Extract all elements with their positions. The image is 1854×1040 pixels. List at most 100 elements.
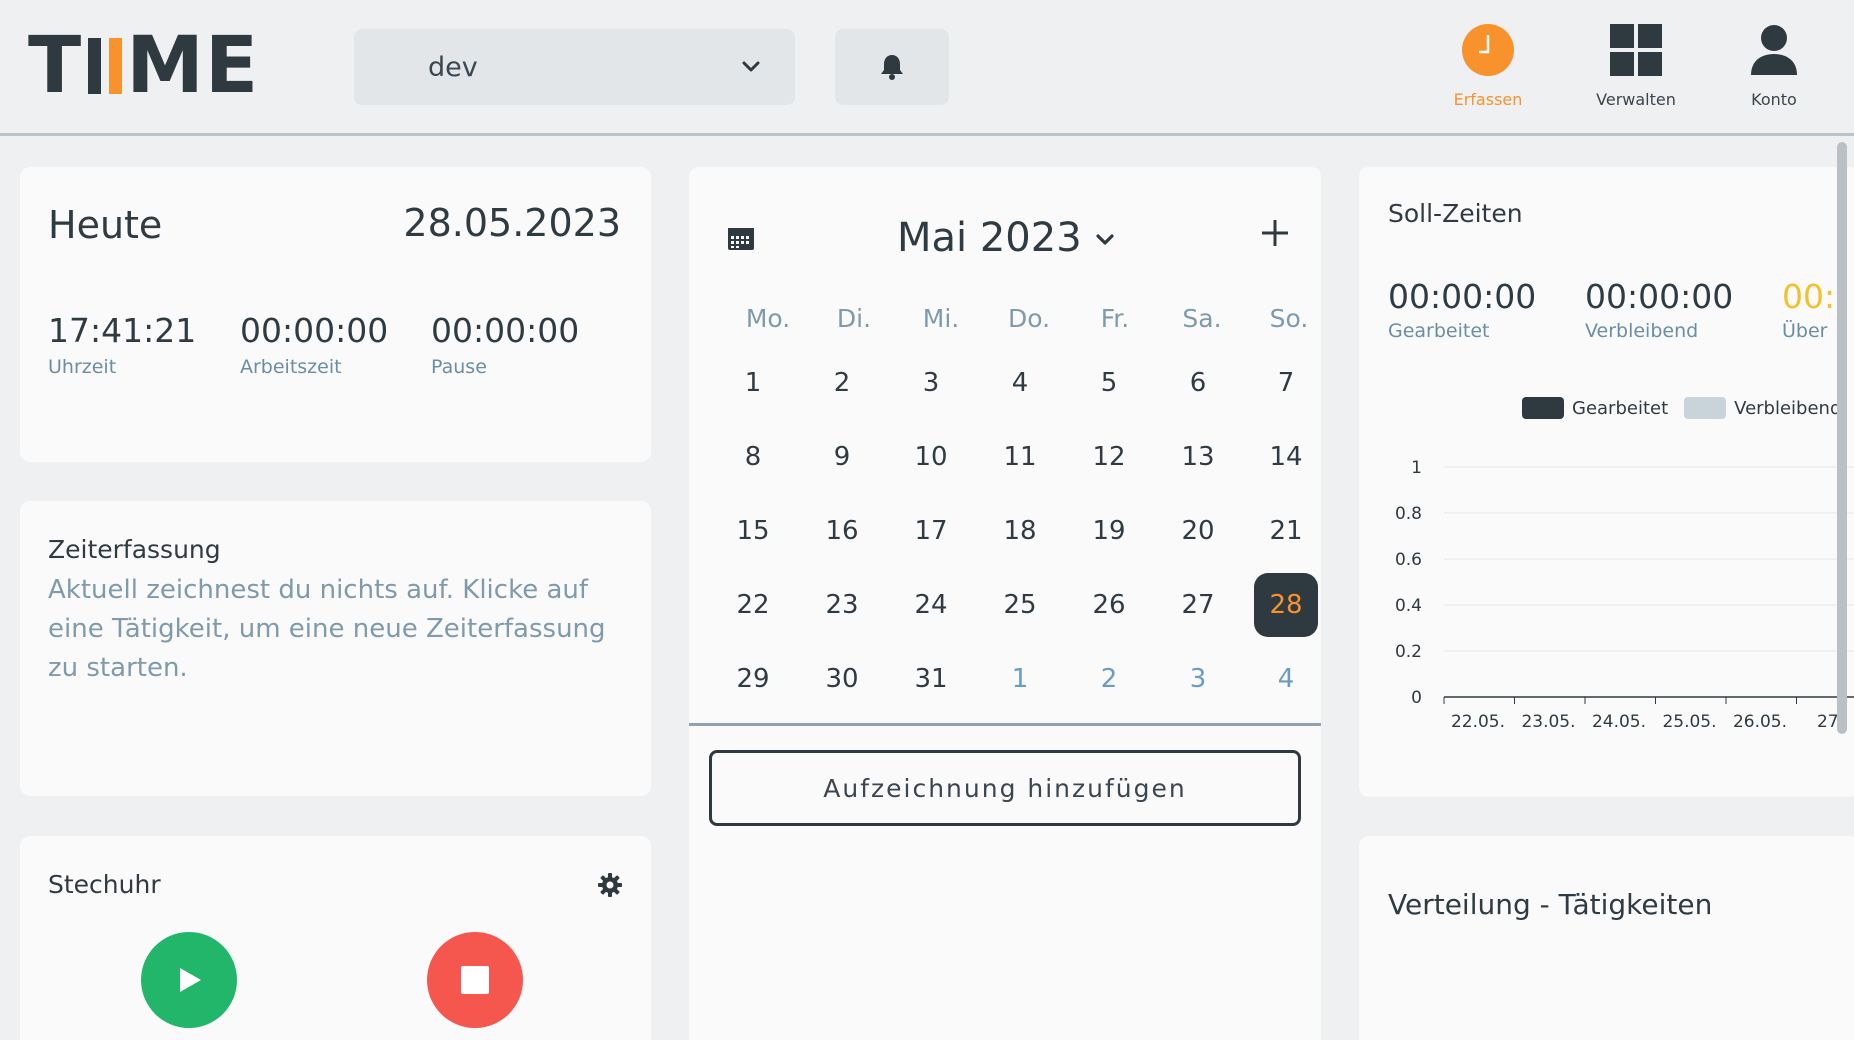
weekday-header: Di. bbox=[836, 304, 872, 333]
calendar-day-other-month[interactable]: 4 bbox=[1254, 647, 1318, 711]
weekday-header: Mo. bbox=[745, 304, 791, 333]
calendar-day[interactable]: 22 bbox=[721, 573, 785, 637]
calendar-day[interactable]: 10 bbox=[899, 425, 963, 489]
nav-erfassen-label: Erfassen bbox=[1453, 90, 1523, 109]
zeiterfassung-description: Aktuell zeichnest du nichts auf. Klicke … bbox=[48, 575, 606, 683]
weekday-header: So. bbox=[1269, 304, 1309, 333]
verteilung-card: Verteilung - Tätigkeiten bbox=[1359, 836, 1854, 1040]
x-tick-label: 25.05. bbox=[1662, 712, 1716, 732]
stechuhr-card: Stechuhr bbox=[20, 836, 651, 1040]
x-tick-label: 22.05. bbox=[1451, 712, 1505, 732]
weekday-header: Fr. bbox=[1100, 304, 1130, 333]
stechuhr-title: Stechuhr bbox=[48, 870, 161, 899]
y-tick-label: 0.4 bbox=[1395, 596, 1422, 616]
notifications-button[interactable] bbox=[835, 29, 949, 105]
calendar-day[interactable]: 3 bbox=[899, 351, 963, 415]
nav-konto[interactable]: Konto bbox=[1714, 22, 1834, 112]
weekday-header: Sa. bbox=[1182, 304, 1222, 333]
clock-icon bbox=[1462, 24, 1514, 76]
calendar-day[interactable]: 8 bbox=[721, 425, 785, 489]
calendar-day[interactable]: 5 bbox=[1077, 351, 1141, 415]
calendar-day[interactable]: 1 bbox=[721, 351, 785, 415]
calendar-day[interactable]: 21 bbox=[1254, 499, 1318, 563]
verteilung-title: Verteilung - Tätigkeiten bbox=[1388, 888, 1713, 921]
soll-bar-chart: 0 0.2 0.4 0.6 0.8 1 22.05. 23.05. 24.05. 25.05. 26… bbox=[1395, 458, 1854, 732]
stop-button[interactable] bbox=[427, 932, 523, 1028]
calendar-day[interactable]: 11 bbox=[988, 425, 1052, 489]
zeiterfassung-title: Zeiterfassung bbox=[48, 535, 221, 564]
calendar-day-other-month[interactable]: 1 bbox=[988, 647, 1052, 711]
play-icon bbox=[180, 968, 201, 992]
x-tick-label: 26.05. bbox=[1733, 712, 1787, 732]
calendar-card: Mai 2023 Mo. Di. Mi. Do. Fr. Sa. So. 1 2 3 4 5 6 7 8 9 1… bbox=[689, 167, 1321, 1040]
calendar-day[interactable]: 19 bbox=[1077, 499, 1141, 563]
calendar-divider bbox=[689, 723, 1321, 726]
project-select-value: dev bbox=[428, 51, 478, 83]
calendar-day[interactable]: 14 bbox=[1254, 425, 1318, 489]
nav-verwalten[interactable]: Verwalten bbox=[1576, 22, 1696, 112]
stat-value: 00:00:00 bbox=[431, 311, 580, 350]
zeiterfassung-card: Zeiterfassung Aktuell zeichnest du nicht… bbox=[20, 501, 651, 796]
y-tick-label: 0.2 bbox=[1395, 642, 1422, 662]
chevron-down-icon bbox=[742, 61, 760, 72]
calendar-day[interactable]: 13 bbox=[1166, 425, 1230, 489]
logo-bar-orange bbox=[109, 38, 123, 94]
bell-icon bbox=[881, 55, 903, 80]
calendar-grid: Mo. Di. Mi. Do. Fr. Sa. So. 1 2 3 4 5 6 7 8 9 10 11 12 13 14… bbox=[689, 167, 1321, 727]
calendar-day[interactable]: 30 bbox=[810, 647, 874, 711]
stat-arbeitszeit: 00:00:00 Arbeitszeit bbox=[240, 311, 388, 378]
calendar-day[interactable]: 9 bbox=[810, 425, 874, 489]
stat-value: 17:41:21 bbox=[48, 311, 197, 350]
logo-letter-t: T bbox=[28, 21, 83, 111]
logo-letters-me: ME bbox=[126, 21, 260, 111]
calendar-day[interactable]: 12 bbox=[1077, 425, 1141, 489]
calendar-day-other-month[interactable]: 3 bbox=[1166, 647, 1230, 711]
calendar-day[interactable]: 16 bbox=[810, 499, 874, 563]
nav-erfassen[interactable]: Erfassen bbox=[1428, 22, 1548, 112]
weekday-header: Do. bbox=[1007, 304, 1051, 333]
logo-bar-dark bbox=[88, 38, 102, 94]
stat-pause: 00:00:00 Pause bbox=[431, 311, 579, 378]
project-select[interactable]: dev bbox=[354, 29, 795, 105]
calendar-day[interactable]: 15 bbox=[721, 499, 785, 563]
calendar-day[interactable]: 29 bbox=[721, 647, 785, 711]
stop-icon bbox=[461, 966, 489, 994]
calendar-day[interactable]: 23 bbox=[810, 573, 874, 637]
y-tick-label: 0.6 bbox=[1395, 550, 1422, 570]
calendar-day[interactable]: 17 bbox=[899, 499, 963, 563]
start-button[interactable] bbox=[141, 932, 237, 1028]
gear-icon[interactable] bbox=[597, 872, 623, 898]
user-icon bbox=[1751, 25, 1797, 75]
today-card: Heute 28.05.2023 17:41:21 Uhrzeit 00:00:… bbox=[20, 167, 651, 462]
x-tick-label: 23.05. bbox=[1521, 712, 1575, 732]
calendar-day-other-month[interactable]: 2 bbox=[1077, 647, 1141, 711]
calendar-day[interactable]: 4 bbox=[988, 351, 1052, 415]
nav-konto-label: Konto bbox=[1751, 90, 1797, 109]
calendar-day[interactable]: 18 bbox=[988, 499, 1052, 563]
add-record-button[interactable]: Aufzeichnung hinzufügen bbox=[709, 750, 1301, 826]
calendar-day[interactable]: 20 bbox=[1166, 499, 1230, 563]
stat-label: Pause bbox=[431, 356, 487, 378]
stat-label: Arbeitszeit bbox=[240, 356, 342, 378]
calendar-day[interactable]: 24 bbox=[899, 573, 963, 637]
top-header: T ME dev Erfassen Verwalten Konto bbox=[0, 0, 1854, 136]
nav-verwalten-label: Verwalten bbox=[1596, 90, 1676, 109]
today-date: 28.05.2023 bbox=[403, 201, 621, 245]
calendar-day[interactable]: 25 bbox=[988, 573, 1052, 637]
calendar-day[interactable]: 26 bbox=[1077, 573, 1141, 637]
stat-uhrzeit: 17:41:21 Uhrzeit bbox=[48, 311, 196, 378]
page-scrollbar-thumb[interactable] bbox=[1837, 142, 1847, 734]
tiime-logo[interactable]: T ME bbox=[28, 21, 260, 111]
stat-label: Uhrzeit bbox=[48, 356, 117, 378]
calendar-day[interactable]: 7 bbox=[1254, 351, 1318, 415]
calendar-day[interactable]: 2 bbox=[810, 351, 874, 415]
stat-value: 00:00:00 bbox=[240, 311, 389, 350]
soll-zeiten-card: Soll-Zeiten 00:00:00 Gearbeitet 00:00:00… bbox=[1359, 167, 1854, 797]
calendar-day[interactable]: 31 bbox=[899, 647, 963, 711]
calendar-day[interactable]: 28 bbox=[1254, 573, 1318, 637]
y-tick-label: 1 bbox=[1411, 458, 1422, 478]
calendar-day[interactable]: 27 bbox=[1166, 573, 1230, 637]
calendar-day[interactable]: 6 bbox=[1166, 351, 1230, 415]
y-tick-label: 0 bbox=[1411, 688, 1422, 708]
today-title: Heute bbox=[48, 203, 163, 247]
